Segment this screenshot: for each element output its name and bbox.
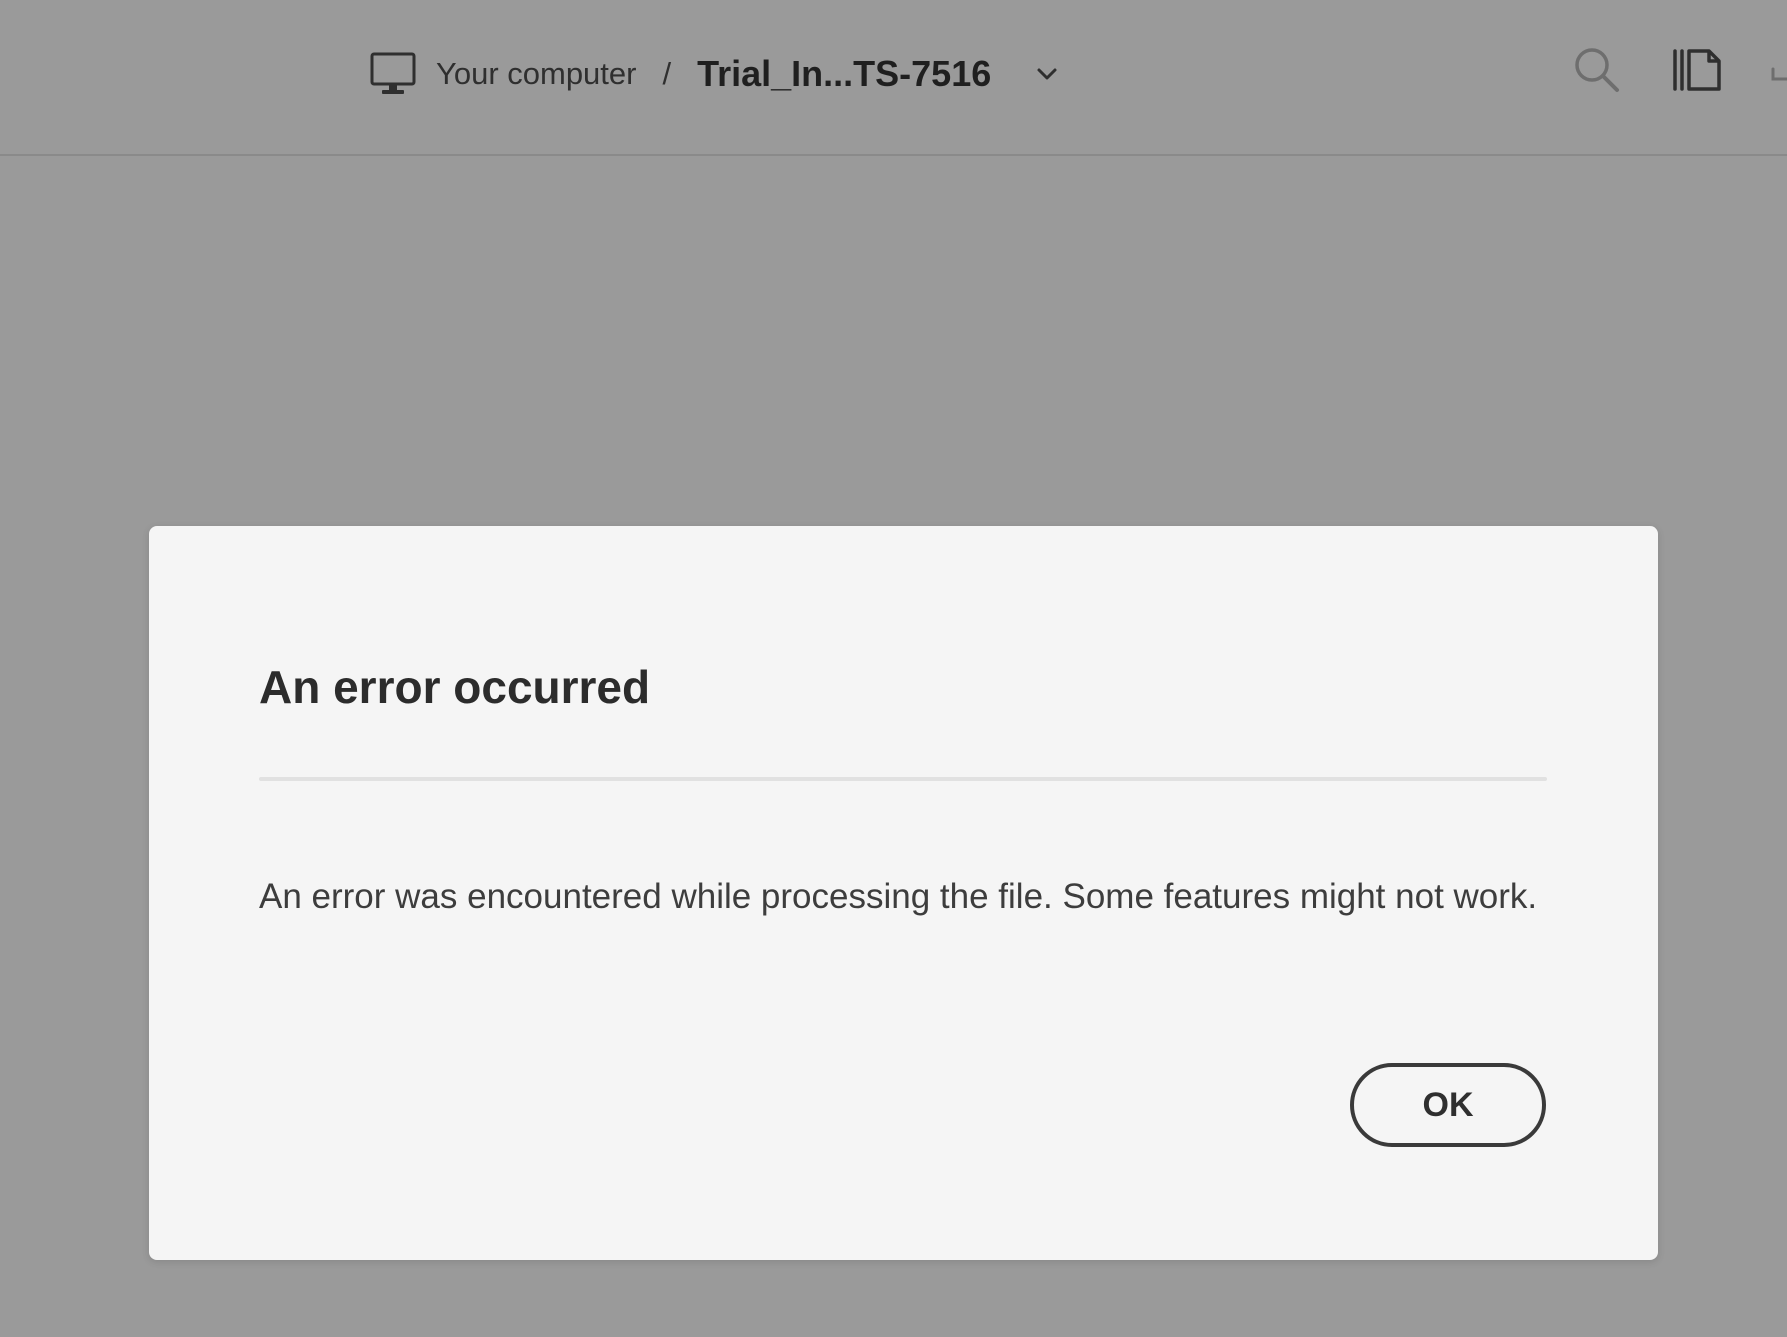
ok-button[interactable]: OK [1350, 1063, 1546, 1147]
dialog-message: An error was encountered while processin… [259, 877, 1538, 916]
breadcrumb-location[interactable]: Your computer [436, 56, 636, 92]
breadcrumb-separator: / [662, 56, 672, 91]
monitor-icon [370, 51, 416, 97]
search-button[interactable] [1567, 40, 1627, 100]
more-tools-icon [1771, 67, 1787, 81]
app-window: Your computer / Trial_In...TS-7516 An er… [0, 0, 1787, 1337]
overflow-tool-button[interactable] [1767, 40, 1787, 100]
toolbar-right [1567, 40, 1787, 100]
file-menu-button[interactable] [1029, 56, 1065, 92]
breadcrumb: Your computer / Trial_In...TS-7516 [370, 48, 1065, 100]
pages-panel-icon [1673, 49, 1721, 91]
dialog-divider [259, 777, 1547, 781]
file-name[interactable]: Trial_In...TS-7516 [697, 53, 991, 95]
pages-panel-button[interactable] [1667, 40, 1727, 100]
search-icon [1575, 48, 1619, 92]
chevron-down-icon [1037, 68, 1057, 80]
dialog-title: An error occurred [259, 661, 651, 713]
top-bar: Your computer / Trial_In...TS-7516 [0, 0, 1787, 156]
error-dialog: An error occurred An error was encounter… [149, 526, 1658, 1260]
